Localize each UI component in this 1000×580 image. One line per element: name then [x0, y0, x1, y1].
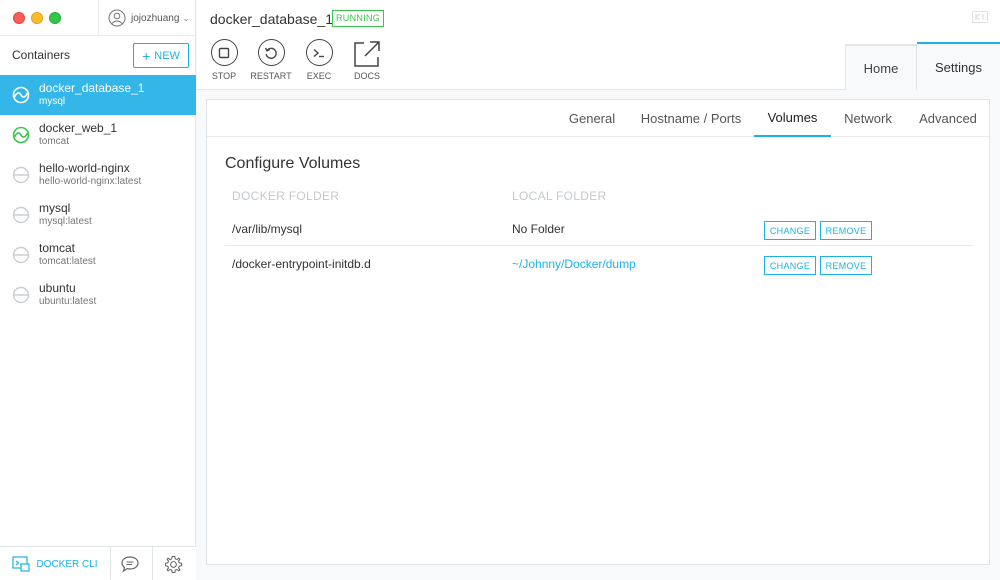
column-header-local-folder: LOCAL FOLDER	[512, 189, 607, 203]
docker-folder-path: /var/lib/mysql	[232, 222, 303, 236]
section-title: Configure Volumes	[225, 155, 361, 172]
container-image: tomcat	[39, 136, 70, 147]
container-name: docker_database_1	[39, 81, 145, 95]
container-item[interactable]: mysql mysql:latest	[0, 195, 196, 235]
container-name: hello-world-nginx	[39, 161, 130, 175]
settings-subtabs: General Hostname / Ports Volumes Network…	[207, 100, 989, 137]
container-name: tomcat	[39, 241, 76, 255]
stopped-container-icon	[12, 166, 30, 184]
remove-button[interactable]: REMOVE	[820, 221, 872, 240]
terminal-icon	[12, 556, 31, 572]
docs-button[interactable]: DOCS	[345, 39, 389, 81]
change-button[interactable]: CHANGE	[764, 221, 816, 240]
tab-settings[interactable]: Settings	[917, 42, 1000, 91]
divider	[98, 0, 99, 36]
new-label: NEW	[154, 49, 180, 62]
restart-button[interactable]: RESTART	[249, 39, 293, 81]
container-item[interactable]: ubuntu ubuntu:latest	[0, 275, 196, 315]
exec-label: EXEC	[306, 71, 332, 81]
titlebar: jojozhuang ⌄	[0, 0, 196, 36]
containers-title: Containers	[12, 48, 71, 62]
container-image: ubuntu:latest	[39, 296, 97, 307]
stopped-container-icon	[12, 206, 30, 224]
gear-icon[interactable]	[164, 555, 183, 574]
container-image: tomcat:latest	[39, 256, 96, 267]
divider	[110, 547, 111, 580]
container-list: docker_database_1 mysql docker_web_1 tom…	[0, 75, 196, 315]
container-image: mysql:latest	[39, 216, 92, 227]
container-image: hello-world-nginx:latest	[39, 176, 142, 187]
restart-icon	[257, 39, 285, 66]
close-window-button[interactable]	[13, 12, 25, 24]
user-icon	[108, 9, 126, 27]
docker-folder-path: /docker-entrypoint-initdb.d	[232, 257, 371, 271]
stop-icon	[210, 39, 238, 66]
tab-home[interactable]: Home	[845, 44, 917, 90]
subtab-general[interactable]: General	[555, 100, 629, 137]
stop-label: STOP	[211, 71, 237, 81]
subtab-network[interactable]: Network	[831, 100, 905, 137]
docs-label: DOCS	[353, 71, 380, 81]
zoom-window-button[interactable]	[49, 12, 61, 24]
minimize-window-button[interactable]	[31, 12, 43, 24]
container-header: docker_database_1 RUNNING STOP RESTART E…	[197, 0, 1000, 91]
container-name: docker_web_1	[39, 121, 118, 135]
container-name: mysql	[39, 201, 71, 215]
container-item[interactable]: tomcat tomcat:latest	[0, 235, 196, 275]
volume-row: /var/lib/mysql No Folder CHANGE REMOVE	[225, 212, 973, 246]
subtab-hostname-ports[interactable]: Hostname / Ports	[629, 100, 753, 137]
page-title: docker_database_1	[210, 11, 333, 27]
container-item[interactable]: hello-world-nginx hello-world-nginx:late…	[0, 155, 196, 195]
container-item[interactable]: docker_database_1 mysql	[0, 75, 196, 115]
stopped-container-icon	[12, 286, 30, 304]
subtab-advanced[interactable]: Advanced	[905, 100, 991, 137]
divider	[152, 547, 153, 580]
remove-button[interactable]: REMOVE	[820, 256, 872, 275]
running-container-icon	[12, 86, 30, 104]
exec-button[interactable]: EXEC	[297, 39, 341, 81]
status-badge: RUNNING	[332, 10, 385, 27]
terminal-prompt-icon	[305, 39, 333, 66]
local-folder-link[interactable]: ~/Johnny/Docker/dump	[512, 257, 636, 271]
chevron-down-icon: ⌄	[182, 12, 190, 23]
running-container-icon	[12, 126, 30, 144]
container-image: mysql	[39, 96, 66, 107]
container-item[interactable]: docker_web_1 tomcat	[0, 115, 196, 155]
stopped-container-icon	[12, 246, 30, 264]
stop-button[interactable]: STOP	[202, 39, 246, 81]
column-header-docker-folder: DOCKER FOLDER	[232, 189, 340, 203]
local-folder-path: No Folder	[512, 222, 565, 236]
volume-row: /docker-entrypoint-initdb.d ~/Johnny/Doc…	[225, 247, 973, 281]
docker-cli-label: DOCKER CLI	[36, 558, 98, 570]
docker-cli-button[interactable]: DOCKER CLI	[0, 547, 110, 580]
restart-label: RESTART	[250, 71, 292, 81]
feedback-chat-icon[interactable]	[120, 555, 140, 573]
container-name: ubuntu	[39, 281, 76, 295]
external-link-icon	[354, 41, 380, 67]
sidebar: jojozhuang ⌄ Containers + NEW docker_dat…	[0, 0, 196, 580]
settings-panel: General Hostname / Ports Volumes Network…	[206, 99, 990, 565]
subtab-volumes[interactable]: Volumes	[754, 100, 831, 137]
username: jojozhuang	[131, 12, 180, 24]
user-menu[interactable]: jojozhuang ⌄	[108, 9, 190, 27]
sidebar-footer: DOCKER CLI	[0, 546, 196, 580]
new-container-button[interactable]: + NEW	[133, 43, 189, 68]
plus-icon: +	[142, 47, 151, 64]
kitematic-logo-icon	[972, 11, 988, 23]
change-button[interactable]: CHANGE	[764, 256, 816, 275]
